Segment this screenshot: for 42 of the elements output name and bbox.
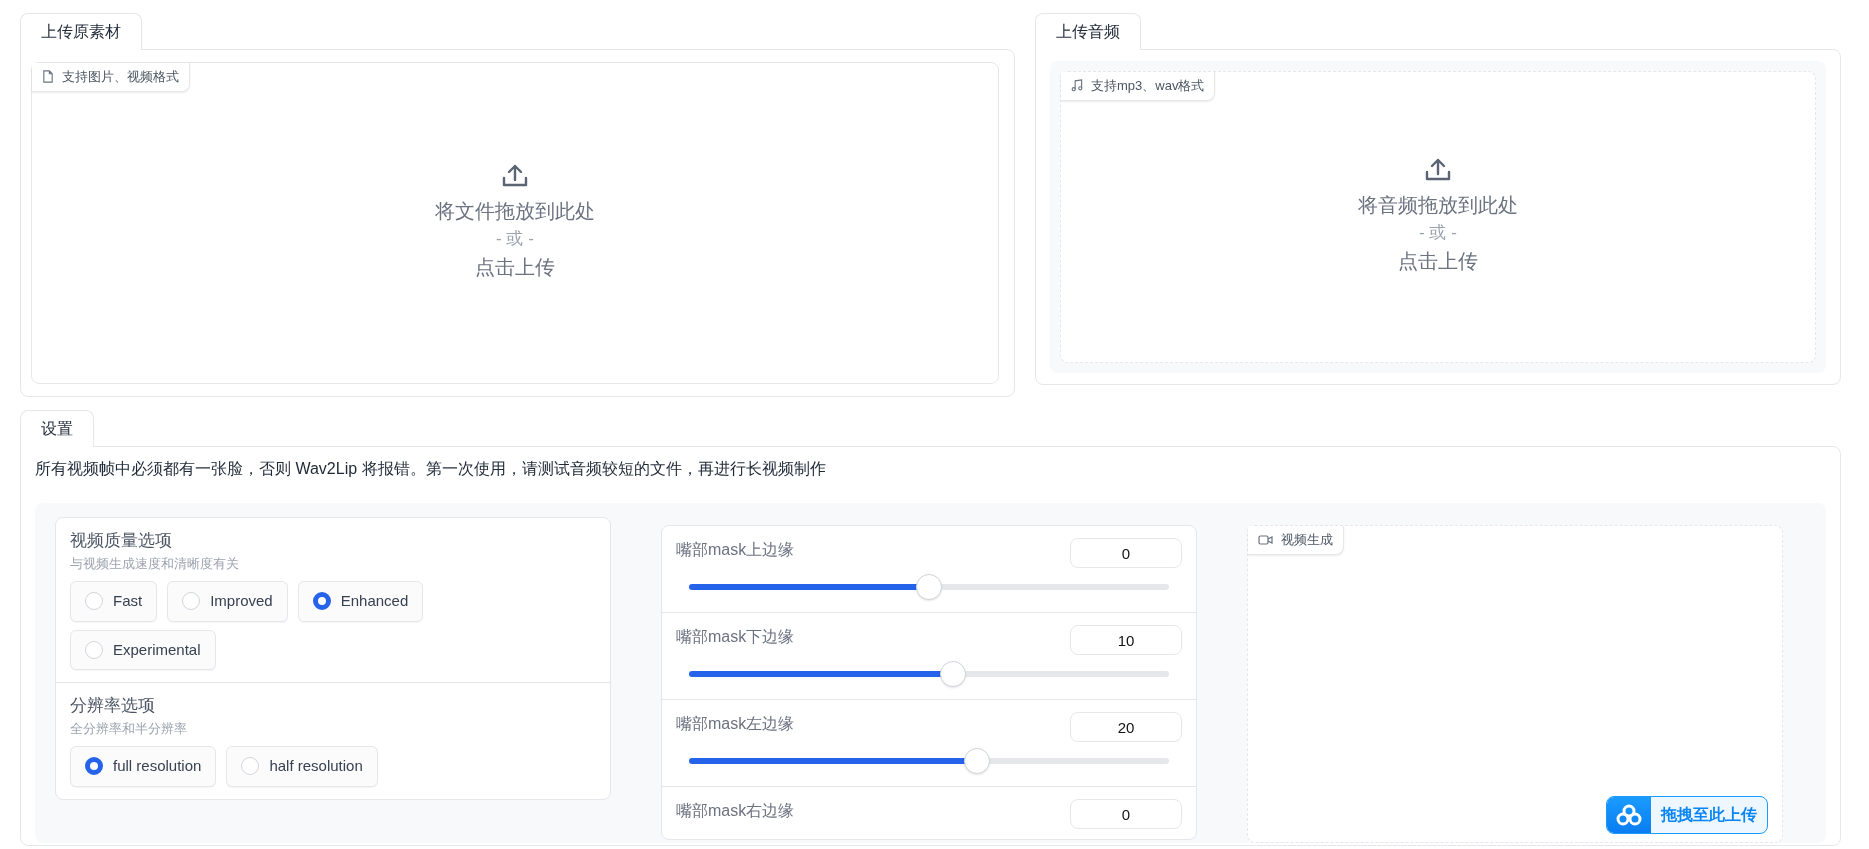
group-hint: 与视频生成速度和清晰度有关 — [70, 554, 240, 573]
number-input[interactable]: 10 — [1070, 625, 1182, 655]
number-input[interactable]: 20 — [1070, 712, 1182, 742]
radio-option[interactable]: full resolution — [70, 746, 217, 787]
tab[interactable]: 设置 — [20, 410, 94, 447]
slider-label: 嘴部mask左边缘 — [676, 714, 795, 734]
number-input[interactable]: 0 — [1070, 799, 1182, 829]
radio-option[interactable]: half resolution — [226, 746, 378, 787]
group-hint: 全分辨率和半分辨率 — [70, 719, 188, 738]
slider-thumb[interactable] — [964, 748, 990, 774]
radio-option[interactable]: Enhanced — [297, 581, 424, 622]
click-upload-link[interactable]: 点击上传 — [475, 251, 555, 282]
label-text: 支持mp3、wav格式 — [1091, 77, 1205, 95]
music-note-icon — [1071, 79, 1083, 93]
or-divider: - 或 - — [1419, 222, 1457, 245]
radio-option[interactable]: Improved — [167, 581, 288, 622]
upload-icon — [502, 164, 528, 189]
group-title: 分辨率选项 — [70, 695, 156, 717]
label-text: 支持图片、视频格式 — [62, 68, 179, 86]
file-icon — [42, 70, 54, 84]
slider-label: 嘴部mask上边缘 — [676, 540, 795, 560]
cloud-icon — [1607, 797, 1651, 833]
label-text: 视频生成 — [1281, 531, 1333, 549]
click-upload-link[interactable]: 点击上传 — [1398, 245, 1478, 276]
tab[interactable]: 上传原素材 — [20, 13, 142, 50]
drop-hint: 将音频拖放到此处 — [1358, 193, 1518, 219]
number-input[interactable]: 0 — [1070, 538, 1182, 568]
slider-label: 嘴部mask下边缘 — [676, 627, 795, 647]
radio-option[interactable]: Experimental — [70, 629, 216, 670]
notice-text: 所有视频帧中必须都有一张脸，否则 Wav2Lip 将报错。第一次使用，请测试音频较短的文件，再进行长视频制作 — [35, 459, 827, 479]
radio-option[interactable]: Fast — [70, 581, 158, 622]
group-title: 视频质量选项 — [70, 530, 173, 552]
drop-hint: 将文件拖放到此处 — [435, 199, 595, 225]
tab[interactable]: 上传音频 — [1035, 13, 1141, 50]
drop-zone[interactable]: 支持mp3、wav格式 将音频拖放到此处 - 或 - 点击上传 — [1060, 71, 1816, 363]
or-divider: - 或 - — [496, 228, 534, 251]
upload-icon — [1425, 158, 1451, 183]
slider-thumb[interactable] — [916, 574, 942, 600]
slider-thumb[interactable] — [940, 661, 966, 687]
drop-zone[interactable]: 支持图片、视频格式 将文件拖放到此处 - 或 - 点击上传 — [31, 62, 999, 384]
video-camera-icon — [1258, 533, 1273, 546]
slider-label: 嘴部mask右边缘 — [676, 801, 795, 821]
